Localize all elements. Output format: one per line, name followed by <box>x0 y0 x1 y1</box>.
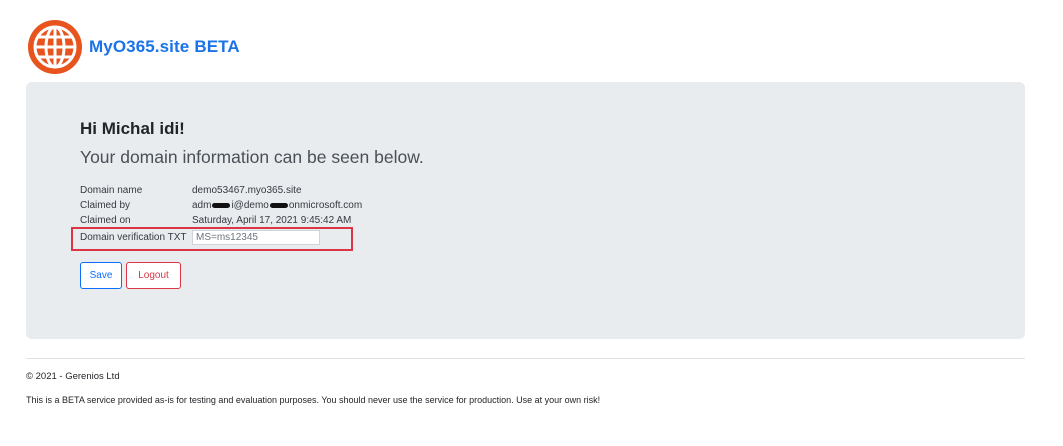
redaction-mark <box>212 202 231 208</box>
claimed-by-label: Claimed by <box>80 200 131 211</box>
footer-divider <box>26 358 1025 359</box>
disclaimer-text: This is a BETA service provided as-is fo… <box>26 395 601 405</box>
lead-text: Your domain information can be seen belo… <box>80 147 424 167</box>
claimed-by-part-3: onmicrosoft.com <box>288 200 363 211</box>
claimed-by-value: adm i@demo onmicrosoft.com <box>192 200 362 212</box>
greeting-heading: Hi Michal idi! <box>80 119 185 138</box>
copyright-text: © 2021 - Gerenios Ltd <box>26 371 120 382</box>
brand[interactable]: MyO365.site BETA <box>26 18 240 76</box>
brand-title[interactable]: MyO365.site BETA <box>89 37 240 57</box>
claimed-on-value: Saturday, April 17, 2021 9:45:42 AM <box>192 215 352 226</box>
save-button[interactable]: Save <box>80 262 122 289</box>
domain-name-label: Domain name <box>80 185 143 196</box>
redaction-mark <box>269 202 288 208</box>
brand-name: MyO365.site <box>89 37 190 56</box>
claimed-on-label: Claimed on <box>80 215 131 226</box>
globe-icon <box>28 20 82 74</box>
beta-badge: BETA <box>194 37 240 56</box>
claimed-by-part-2: i@demo <box>231 200 269 211</box>
highlight-box <box>71 227 353 251</box>
domain-name-value: demo53467.myo365.site <box>192 185 302 196</box>
domain-info-panel: Hi Michal idi! Your domain information c… <box>26 82 1025 339</box>
claimed-by-part-1: adm <box>192 200 212 211</box>
logout-button[interactable]: Logout <box>126 262 181 289</box>
